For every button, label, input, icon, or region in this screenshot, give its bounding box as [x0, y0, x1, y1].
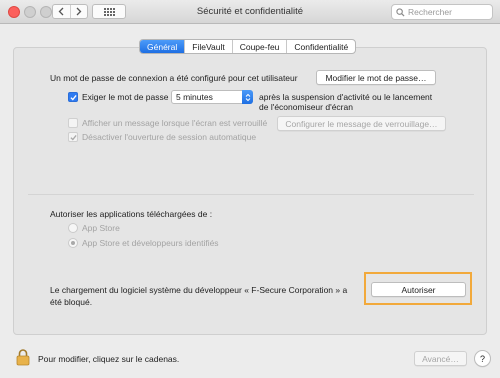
disable-autologin-label: Désactiver l'ouverture de session automa… — [82, 132, 257, 142]
tab-firewall[interactable]: Coupe-feu — [231, 40, 287, 53]
search-field[interactable]: Rechercher — [391, 4, 493, 20]
preferences-window: Sécurité et confidentialité Rechercher G… — [0, 0, 500, 378]
radio-identified-developers-label: App Store et développeurs identifiés — [82, 238, 219, 248]
title-bar: Sécurité et confidentialité Rechercher — [0, 0, 500, 24]
change-password-button[interactable]: Modifier le mot de passe… — [316, 70, 436, 85]
checkmark-icon — [69, 134, 77, 140]
search-icon — [396, 7, 405, 17]
section-divider — [28, 194, 474, 195]
show-message-checkbox[interactable] — [68, 118, 78, 128]
require-password-checkbox[interactable] — [68, 92, 78, 102]
password-delay-value: 5 minutes — [176, 92, 213, 102]
tab-bar: Général FileVault Coupe-feu Confidential… — [139, 39, 357, 54]
set-lock-message-button[interactable]: Configurer le message de verrouillage… — [277, 116, 446, 131]
password-set-text: Un mot de passe de connexion a été confi… — [50, 73, 298, 83]
lock-text: Pour modifier, cliquez sur le cadenas. — [38, 354, 180, 364]
require-password-suffix-line1: après la suspension d'activité ou le lan… — [259, 92, 433, 102]
help-button[interactable]: ? — [474, 350, 491, 367]
require-password-label: Exiger le mot de passe — [82, 92, 169, 102]
require-password-suffix-line2: de l'économiseur d'écran — [259, 102, 353, 112]
radio-app-store[interactable] — [68, 223, 78, 233]
tab-privacy[interactable]: Confidentialité — [286, 40, 355, 53]
downloads-heading: Autoriser les applications téléchargées … — [50, 209, 213, 219]
lock-icon[interactable] — [16, 349, 30, 366]
password-delay-select[interactable]: 5 minutes — [171, 90, 253, 104]
blocked-message-line1: Le chargement du logiciel système du dév… — [50, 285, 348, 295]
advanced-button[interactable]: Avancé… — [414, 351, 467, 366]
checkmark-icon — [69, 94, 77, 100]
tab-general[interactable]: Général — [140, 40, 185, 53]
show-message-label: Afficher un message lorsque l'écran est … — [82, 118, 268, 128]
updown-arrows-icon — [242, 90, 253, 104]
tab-filevault[interactable]: FileVault — [184, 40, 231, 53]
blocked-message-line2: été bloqué. — [50, 297, 93, 307]
search-placeholder: Rechercher — [408, 7, 452, 17]
disable-autologin-checkbox[interactable] — [68, 132, 78, 142]
radio-app-store-label: App Store — [82, 223, 120, 233]
allow-button[interactable]: Autoriser — [371, 282, 466, 297]
radio-identified-developers[interactable] — [68, 238, 78, 248]
